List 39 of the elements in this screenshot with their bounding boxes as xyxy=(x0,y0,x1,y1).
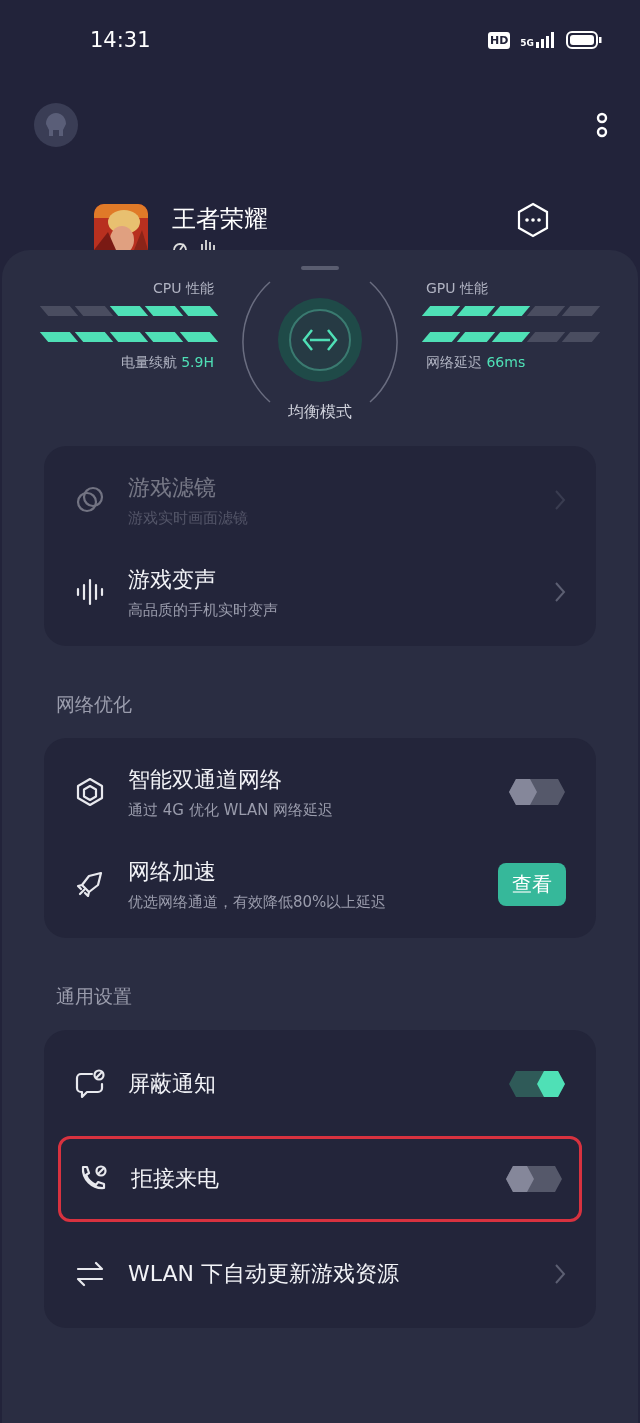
toggle-switch[interactable] xyxy=(508,778,566,806)
setting-description: 通过 4G 优化 WLAN 网络延迟 xyxy=(128,800,335,820)
setting-title: WLAN 下自动更新游戏资源 xyxy=(128,1260,400,1288)
setting-title: 网络加速 xyxy=(128,857,217,886)
clock-time: 14:31 xyxy=(90,28,151,52)
battery-icon xyxy=(566,31,602,49)
mode-label: 均衡模式 xyxy=(288,402,352,423)
sound-wave-icon xyxy=(74,576,106,608)
game-title: 王者荣耀 xyxy=(172,204,269,234)
toggle-switch[interactable] xyxy=(508,1070,566,1098)
setting-title: 游戏滤镜 xyxy=(128,473,217,502)
section-title: 网络优化 xyxy=(56,692,133,717)
helmet-avatar[interactable] xyxy=(34,103,78,147)
chat-bubble-icon xyxy=(74,1068,106,1100)
performance-label: GPU 性能 xyxy=(426,280,488,298)
sound-wave-icon xyxy=(200,238,218,250)
section-title: 通用设置 xyxy=(56,984,133,1009)
hd-badge: HD xyxy=(488,31,511,49)
hexagon-icon xyxy=(74,776,106,808)
signal-icon xyxy=(536,32,556,48)
setting-description: 优选网络通道，有效降低80%以上延迟 xyxy=(128,892,388,912)
setting-title: 屏蔽通知 xyxy=(128,1070,217,1098)
setting-title: 智能双通道网络 xyxy=(128,765,283,794)
more-options-icon[interactable] xyxy=(516,202,550,238)
chevron-right-icon xyxy=(554,1263,566,1285)
stat-value: 5.9H xyxy=(181,354,214,370)
stat-label: 电量续航 xyxy=(120,354,178,370)
chevron-right-icon xyxy=(554,581,566,603)
toggle-switch[interactable] xyxy=(505,1165,563,1193)
setting-title: 拒接来电 xyxy=(131,1165,220,1193)
stat-label: 网络延迟 xyxy=(426,354,483,370)
view-button[interactable]: 查看 xyxy=(498,862,566,906)
setting-description: 高品质的手机实时变声 xyxy=(128,600,279,620)
more-menu-icon[interactable] xyxy=(596,112,608,138)
network-type: 5G xyxy=(520,38,534,48)
performance-label: CPU 性能 xyxy=(153,280,214,298)
helmet-icon xyxy=(44,112,68,138)
setting-title: 游戏变声 xyxy=(128,565,217,594)
stat-value: 66ms xyxy=(486,354,526,370)
